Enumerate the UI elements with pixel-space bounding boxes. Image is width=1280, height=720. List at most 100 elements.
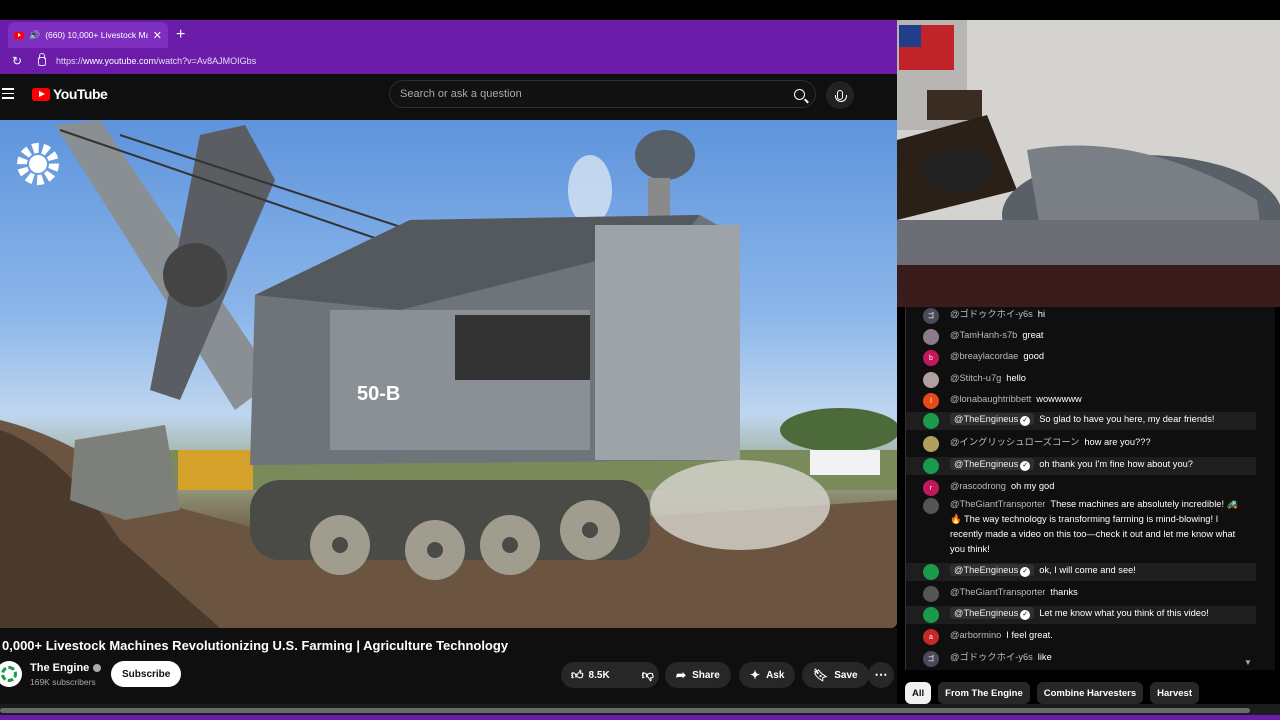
chat-message[interactable]: @TamHanh-s7b great xyxy=(906,328,1256,346)
chat-avatar[interactable] xyxy=(923,413,939,429)
chat-author[interactable]: @TheEngineus ✓ xyxy=(950,413,1035,426)
chat-author-name: @TheEngineus xyxy=(954,608,1019,618)
thumbs-up-icon: 👍︎ xyxy=(571,668,584,682)
tab-close-icon[interactable]: ✕ xyxy=(153,29,162,42)
filter-chip[interactable]: Combine Harvesters xyxy=(1036,682,1144,704)
chat-message[interactable]: @イングリッシュローズコーン how are you??? xyxy=(906,435,1256,453)
share-button[interactable]: ➦ Share xyxy=(665,662,731,688)
chat-author[interactable]: @Stitch-u7g xyxy=(950,373,1001,383)
chat-message-body: @lonabaughtribbett wowwwww xyxy=(950,392,1240,407)
filter-chip[interactable]: From The Engine xyxy=(938,682,1030,704)
subscribe-button[interactable]: Subscribe xyxy=(111,661,182,687)
chat-message[interactable]: @TheEngineus ✓ ok, I will come and see! xyxy=(906,563,1256,581)
chat-avatar[interactable] xyxy=(923,498,939,514)
chat-message[interactable]: @TheEngineus ✓ Let me know what you think … xyxy=(906,606,1256,624)
save-button[interactable]: 🔖︎ Save xyxy=(802,662,869,688)
chat-text: oh thank you I'm fine how about you? xyxy=(1039,459,1193,469)
chat-avatar[interactable] xyxy=(923,586,939,602)
chat-author[interactable]: @lonabaughtribbett xyxy=(950,394,1031,404)
chat-text: ok, I will come and see! xyxy=(1039,565,1136,575)
taskbar-strip xyxy=(0,715,1280,720)
channel-avatar[interactable] xyxy=(0,661,22,687)
chat-message-body: @TheEngineus ✓ ok, I will come and see! xyxy=(950,563,1240,578)
lock-icon[interactable] xyxy=(38,52,46,66)
search-placeholder: Search or ask a question xyxy=(400,88,522,100)
chat-message[interactable]: @TheEngineus ✓ oh thank you I'm fine how a… xyxy=(906,457,1256,475)
chat-author[interactable]: @TheEngineus ✓ xyxy=(950,607,1035,620)
microphone-icon xyxy=(835,90,847,102)
speaker-icon[interactable]: 🔊 xyxy=(29,30,40,40)
chat-author-name: @lonabaughtribbett xyxy=(950,394,1032,404)
chat-message[interactable]: r @rascodrong oh my god xyxy=(906,479,1256,497)
chat-author[interactable]: @TheGiantTransporter xyxy=(950,587,1045,597)
like-button[interactable]: 👍︎ 8.5K xyxy=(561,662,620,688)
horizontal-scrollbar[interactable] xyxy=(0,708,1250,713)
address-bar[interactable]: https://www.youtube.com/watch?v=Av8AJMOI… xyxy=(34,51,897,71)
chat-author-name: @TheEngineus xyxy=(954,565,1019,575)
chat-avatar[interactable] xyxy=(923,436,939,452)
chat-author[interactable]: @TheEngineus ✓ xyxy=(950,564,1035,577)
tab-title: (660) 10,000+ Livestock Machi xyxy=(45,30,148,40)
chat-message[interactable]: @TheGiantTransporter These machines are a… xyxy=(906,497,1256,555)
chat-message-body: @TheEngineus ✓ So glad to have you here, m… xyxy=(950,412,1240,427)
chat-message[interactable]: l @lonabaughtribbett wowwwww xyxy=(906,392,1256,410)
chat-avatar[interactable]: ゴ xyxy=(923,308,939,324)
browser-tab-bar: 🔊 (660) 10,000+ Livestock Machi ✕ + xyxy=(0,20,897,48)
chat-avatar[interactable] xyxy=(923,607,939,623)
new-tab-button[interactable]: + xyxy=(176,26,185,44)
webcam-frame xyxy=(897,20,1280,307)
live-chat[interactable]: ゴ @ゴドゥクホイ-y6s hi @TamHanh-s7b great b @breayla… xyxy=(905,307,1275,670)
chat-author[interactable]: @イングリッシュローズコーン xyxy=(950,437,1079,447)
chat-avatar[interactable] xyxy=(923,458,939,474)
chat-author[interactable]: @TheEngineus ✓ xyxy=(950,458,1035,471)
chat-author[interactable]: @TheGiantTransporter xyxy=(950,499,1045,509)
search-input[interactable]: Search or ask a question xyxy=(389,80,816,108)
dislike-button[interactable]: 👎︎ xyxy=(632,662,664,688)
chat-avatar[interactable] xyxy=(923,564,939,580)
more-actions-button[interactable]: ⋯ xyxy=(868,662,894,688)
chat-avatar[interactable]: ゴ xyxy=(923,651,939,667)
chat-message[interactable]: @Stitch-u7g hello xyxy=(906,371,1256,389)
chat-message-body: @rascodrong oh my god xyxy=(950,479,1240,494)
scroll-down-icon[interactable]: ▼ xyxy=(1244,658,1252,667)
verified-icon xyxy=(93,664,102,672)
channel-name[interactable]: The Engine xyxy=(30,662,102,674)
chat-message[interactable]: ゴ @ゴドゥクホイ-y6s like xyxy=(906,650,1256,668)
ask-button[interactable]: ✦ Ask xyxy=(739,662,796,688)
chat-avatar[interactable] xyxy=(923,329,939,345)
chat-text: like xyxy=(1037,652,1052,662)
chat-message-body: @ゴドゥクホイ-y6s like xyxy=(950,650,1240,665)
chat-text: oh my god xyxy=(1010,481,1055,491)
filter-chip[interactable]: All xyxy=(905,682,932,704)
chat-text: thanks xyxy=(1050,587,1078,597)
chat-author-name: @TamHanh-s7b xyxy=(950,330,1018,340)
chat-author[interactable]: @ゴドゥクホイ-y6s xyxy=(950,309,1033,319)
chat-author[interactable]: @arbormino xyxy=(950,630,1001,640)
chat-avatar[interactable] xyxy=(923,372,939,388)
chat-message[interactable]: @TheEngineus ✓ So glad to have you here, m… xyxy=(906,412,1256,430)
video-player[interactable]: 50-B xyxy=(0,120,897,628)
youtube-logo[interactable]: YouTube xyxy=(32,86,108,102)
chat-message[interactable]: ゴ @ゴドゥクホイ-y6s hi xyxy=(906,307,1256,325)
chat-avatar[interactable]: r xyxy=(923,480,939,496)
chat-avatar[interactable]: a xyxy=(923,629,939,645)
search-button[interactable] xyxy=(787,83,811,105)
filter-chip[interactable]: Harvest xyxy=(1150,682,1199,704)
chat-avatar[interactable]: l xyxy=(923,393,939,409)
video-title: 0,000+ Livestock Machines Revolutionizin… xyxy=(2,638,509,653)
reload-icon[interactable]: ↻ xyxy=(12,54,26,68)
chat-author[interactable]: @ゴドゥクホイ-y6s xyxy=(950,652,1033,662)
chat-message-body: @ゴドゥクホイ-y6s hi xyxy=(950,307,1240,322)
chat-author-name: @rascodrong xyxy=(950,481,1006,491)
hamburger-menu-icon[interactable] xyxy=(2,88,14,99)
chat-message[interactable]: b @breaylacordae good xyxy=(906,349,1256,367)
chat-author[interactable]: @TamHanh-s7b xyxy=(950,330,1017,340)
chat-message[interactable]: a @arbormino I feel great. xyxy=(906,628,1256,646)
chat-author[interactable]: @breaylacordae xyxy=(950,351,1018,361)
browser-tab[interactable]: 🔊 (660) 10,000+ Livestock Machi ✕ xyxy=(8,22,168,48)
chat-avatar[interactable]: b xyxy=(923,350,939,366)
chat-author[interactable]: @rascodrong xyxy=(950,481,1006,491)
chat-message[interactable]: @TheGiantTransporter thanks xyxy=(906,585,1256,603)
voice-search-button[interactable] xyxy=(826,81,854,109)
chat-text: hello xyxy=(1006,373,1026,383)
